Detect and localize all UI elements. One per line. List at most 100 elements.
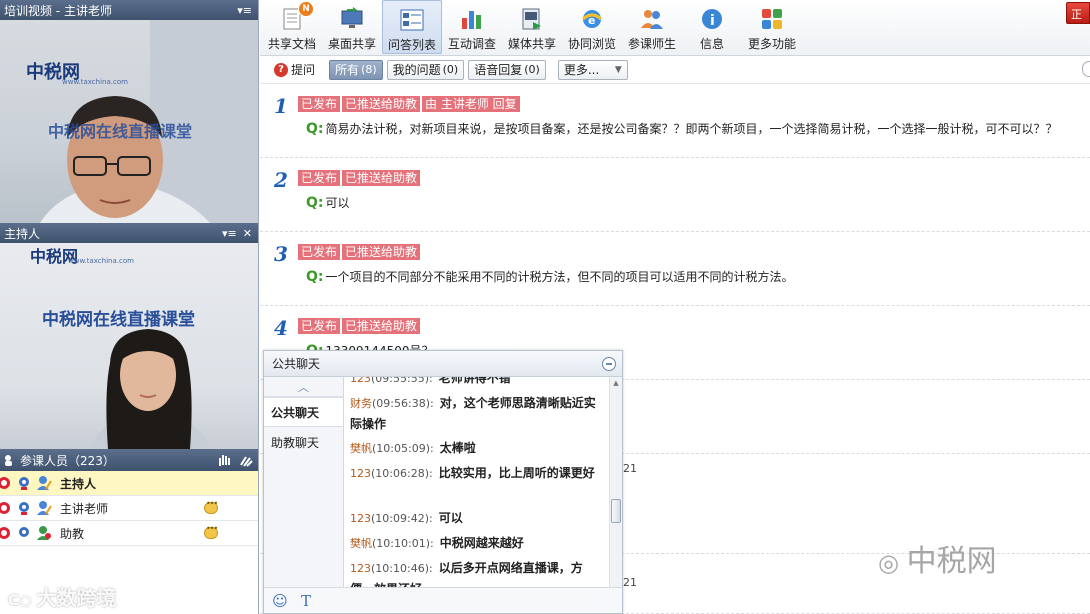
search-toggle[interactable] xyxy=(1082,61,1090,77)
camera-status-icon xyxy=(16,525,32,541)
chat-messages: 123(09:55:55): 老师讲得不错 财务(09:56:38): 对，这个老师… xyxy=(350,377,608,589)
toolbar-attendees-button[interactable]: 参课师生 xyxy=(622,0,682,54)
filter-all-button[interactable]: 所有 (8) xyxy=(329,59,383,80)
minimize-icon[interactable] xyxy=(602,356,616,371)
hidden-item-fragment: 21 xyxy=(623,462,637,475)
lecturer-role-icon xyxy=(36,500,52,516)
participant-name: 助教 xyxy=(60,526,85,541)
wechat-icon: ◎ xyxy=(878,549,907,577)
hidden-item-fragment: 21 xyxy=(623,576,637,589)
toolbar-share-docs-button[interactable]: N 共享文档 xyxy=(262,0,322,54)
tab-assistant-chat[interactable]: 助教聊天 xyxy=(264,427,343,457)
lecturer-banner: 中税网在线直播课堂 xyxy=(48,122,193,141)
status-tag: 已发布 xyxy=(298,170,341,186)
question-text: Q: 可以 xyxy=(306,195,350,211)
question-item[interactable]: 3 已发布 已推送给助教 Q: 一个项目的不同部分不能采用不同的计税方法，但不同的… xyxy=(260,232,1090,306)
emoji-icon[interactable]: ☺ xyxy=(270,591,290,611)
status-tag: 已推送给助教 xyxy=(342,244,421,260)
ask-question-button[interactable]: ? 提问 xyxy=(274,61,315,78)
mic-status-icon xyxy=(0,475,12,491)
question-icon: ? xyxy=(274,62,288,77)
svg-text:e: e xyxy=(588,14,595,27)
public-chat-window: 公共聊天 ︿ 公共聊天 助教聊天 123(09:55:55): 老师讲得不错 财务… xyxy=(263,350,623,614)
question-tags: 已发布 已推送给助教 xyxy=(298,170,422,186)
filter-voice-button[interactable]: 语音回复 (0) xyxy=(468,59,546,80)
host-figure xyxy=(90,329,210,449)
video-panel-title: 培训视频 - 主讲老师 xyxy=(4,3,112,18)
status-tag: 由 主讲老师 回复 xyxy=(422,96,520,112)
chat-message: 123(09:55:55): 老师讲得不错 xyxy=(350,377,511,385)
question-number: 4 xyxy=(274,316,288,340)
chat-message: 123(10:06:28): 比较实用，比上周听的课更好 xyxy=(350,466,595,480)
app-window: 培训视频 - 主讲老师 ▾≡ 中税网 www.taxchina.com 中税网在… xyxy=(0,0,1090,614)
tab-public-chat[interactable]: 公共聊天 xyxy=(264,397,343,427)
toolbar-qa-list-button[interactable]: 问答列表 xyxy=(382,0,442,54)
chat-message: 财务(09:56:38): 对，这个老师思路清晰贴近实际操作 xyxy=(350,396,596,431)
new-badge: N xyxy=(298,1,314,17)
panel-menu-icon[interactable]: ▾≡ xyxy=(237,4,252,17)
question-item[interactable]: 2 已发布 已推送给助教 Q: 可以 xyxy=(260,158,1090,232)
question-number: 2 xyxy=(274,168,288,192)
qa-list-icon xyxy=(400,9,424,31)
chat-tabs: ︿ 公共聊天 助教聊天 xyxy=(264,377,344,589)
filter-mine-button[interactable]: 我的问题 (0) xyxy=(386,59,465,80)
applause-icon[interactable] xyxy=(238,452,254,468)
close-icon[interactable]: ✕ xyxy=(243,227,252,240)
scroll-up-arrow[interactable]: ▲ xyxy=(610,377,622,389)
media-share-icon xyxy=(522,8,541,30)
chat-message: 樊帆(10:05:09): 太棒啦 xyxy=(350,441,476,455)
participant-row[interactable]: 助教 xyxy=(0,521,258,546)
more-grid-icon xyxy=(762,9,782,29)
chat-message: 樊帆(10:10:01): 中税网越来越好 xyxy=(350,536,524,550)
toolbar-desktop-share-button[interactable]: 桌面共享 xyxy=(322,0,382,54)
font-icon[interactable]: T xyxy=(296,591,316,611)
filter-bar: ? 提问 所有 (8) 我的问题 (0) 语音回复 (0) 更多... ▼ xyxy=(260,56,1090,84)
people-icon xyxy=(5,455,12,466)
mic-status-icon xyxy=(0,500,12,516)
participant-row[interactable]: 主持人 xyxy=(0,471,258,496)
info-icon: i xyxy=(702,9,722,29)
question-tags: 已发布 已推送给助教 xyxy=(298,318,422,334)
lecturer-video: 中税网 www.taxchina.com 中税网在线直播课堂 xyxy=(0,20,258,223)
host-video: 中税网 www.taxchina.com 中税网在线直播课堂 xyxy=(0,243,258,449)
private-chat-icon[interactable] xyxy=(204,499,218,514)
watermark-right: ◎ 中税网 xyxy=(878,544,997,579)
svg-text:i: i xyxy=(710,13,715,29)
status-tag: 已发布 xyxy=(298,244,341,260)
toolbar-media-share-button[interactable]: 媒体共享 xyxy=(502,0,562,54)
toolbar-more-button[interactable]: 更多功能 xyxy=(742,0,802,54)
corner-red-button[interactable]: 正 xyxy=(1066,2,1090,24)
status-tag: 已推送给助教 xyxy=(342,318,421,334)
participants-list: 主持人 主讲老师 助教 xyxy=(0,471,258,546)
status-tag: 已推送给助教 xyxy=(342,96,421,112)
chat-title: 公共聊天 xyxy=(272,357,321,371)
host-role-icon xyxy=(36,475,52,491)
question-number: 1 xyxy=(274,94,288,118)
toolbar-info-button[interactable]: i 信息 xyxy=(682,0,742,54)
question-text: Q: 一个项目的不同部分不能采用不同的计税方法，但不同的项目可以适用不同的计税方法… xyxy=(306,269,794,285)
toolbar-cobrowse-button[interactable]: e 协同浏览 xyxy=(562,0,622,54)
scroll-thumb[interactable] xyxy=(611,499,621,523)
chat-message: 123(10:10:46): 以后多开点网络直播课，方便，效果还好 xyxy=(350,561,583,589)
chevron-down-icon: ▼ xyxy=(614,64,622,75)
chat-scrollbar[interactable]: ▲ xyxy=(609,377,622,589)
camera-status-icon xyxy=(16,500,32,516)
filter-more-dropdown[interactable]: 更多... ▼ xyxy=(557,59,628,80)
toolbar: N 共享文档 桌面共享 问答列表 互动调查 媒体共享 e 协同浏览 参课师生 i… xyxy=(260,0,1090,56)
participants-title: 参课人员（223） xyxy=(20,453,115,468)
watermark-left: ᑕ○ 大数跨境 xyxy=(8,586,117,610)
question-text: Q: 简易办法计税，对新项目来说，是按项目备案，还是按公司备案？？即两个新项目，一… xyxy=(306,121,1058,137)
chat-input-toolbar: ☺ T xyxy=(264,587,622,613)
raise-hand-icon[interactable] xyxy=(216,452,232,468)
panel-menu-icon[interactable]: ▾≡ xyxy=(222,227,237,240)
chevron-up-icon[interactable]: ︿ xyxy=(264,377,343,397)
private-chat-icon[interactable] xyxy=(204,524,218,539)
chat-message: 123(10:09:42): 可以 xyxy=(350,511,463,525)
watermark-logo-icon: ᑕ○ xyxy=(8,593,37,609)
participant-row[interactable]: 主讲老师 xyxy=(0,496,258,521)
status-tag: 已发布 xyxy=(298,96,341,112)
question-item[interactable]: 1 已发布 已推送给助教 由 主讲老师 回复 Q: 简易办法计税，对新项目来说，是… xyxy=(260,84,1090,158)
browser-icon: e xyxy=(582,10,602,28)
toolbar-survey-button[interactable]: 互动调查 xyxy=(442,0,502,54)
camera-status-icon xyxy=(16,475,32,491)
